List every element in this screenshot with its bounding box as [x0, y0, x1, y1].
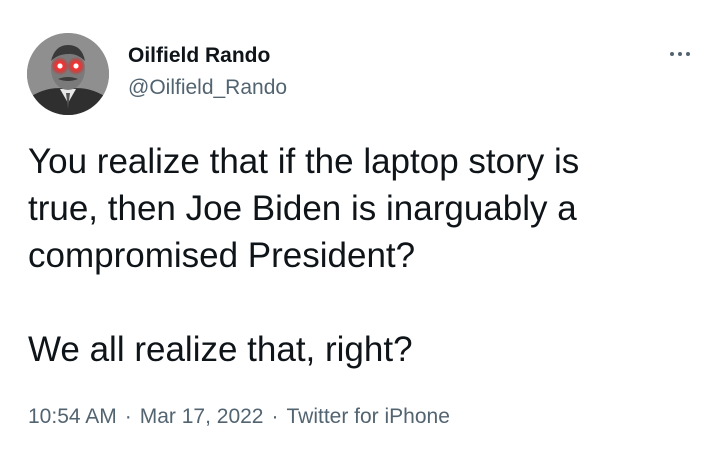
tweet-date[interactable]: Mar 17, 2022	[140, 405, 264, 428]
tweet-card: Oilfield Rando @Oilfield_Rando You reali…	[0, 0, 720, 461]
avatar[interactable]	[27, 33, 109, 115]
avatar-photo	[27, 33, 109, 115]
more-horizontal-icon	[678, 52, 682, 56]
tweet-time[interactable]: 10:54 AM	[28, 405, 117, 428]
tweet-paragraph: You realize that if the laptop story is …	[28, 142, 580, 275]
user-handle[interactable]: @Oilfield_Rando	[128, 76, 287, 100]
tweet-source[interactable]: Twitter for iPhone	[286, 405, 449, 428]
separator: ·	[124, 405, 132, 428]
more-options-button[interactable]	[660, 42, 700, 66]
tweet-metadata: 10:54 AM · Mar 17, 2022 · Twitter for iPhone	[28, 403, 450, 431]
more-horizontal-icon	[686, 52, 690, 56]
display-name[interactable]: Oilfield Rando	[128, 44, 270, 68]
tweet-paragraph: We all realize that, right?	[28, 330, 413, 369]
more-horizontal-icon	[670, 52, 674, 56]
tweet-text: You realize that if the laptop story is …	[28, 138, 688, 373]
separator: ·	[271, 405, 279, 428]
